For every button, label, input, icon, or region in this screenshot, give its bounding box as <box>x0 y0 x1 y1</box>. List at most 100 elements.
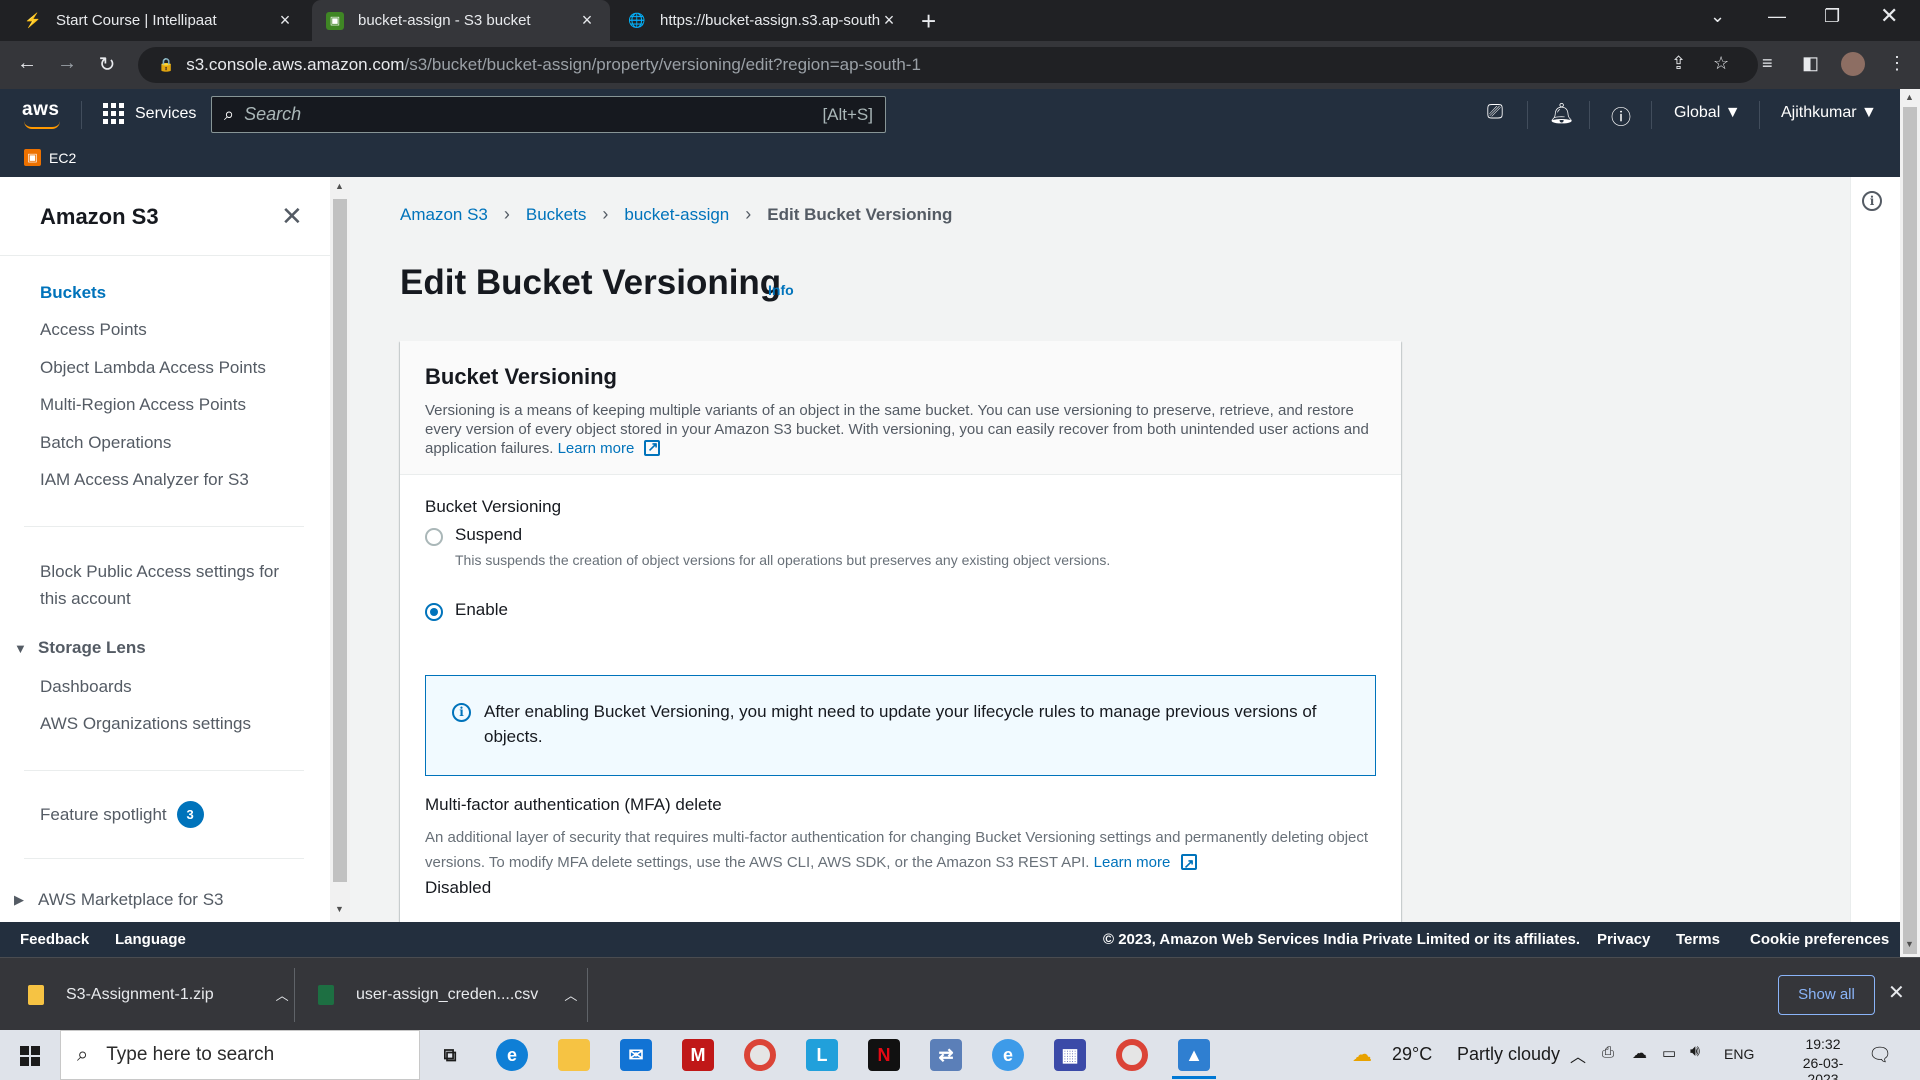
display-icon[interactable]: ▭ <box>1662 1044 1676 1062</box>
feedback-link[interactable]: Feedback <box>20 931 89 948</box>
profile-avatar[interactable] <box>1841 52 1865 76</box>
page-scrollbar[interactable]: ▲ ▼ <box>1900 89 1920 957</box>
account-menu[interactable]: Ajithkumar ▼ <box>1781 104 1877 122</box>
photos-icon[interactable]: ▲ <box>1172 1039 1216 1079</box>
enable-radio-label[interactable]: Enable <box>455 600 508 620</box>
chrome-icon[interactable] <box>744 1039 776 1071</box>
input-language[interactable]: ENG <box>1724 1046 1754 1062</box>
aws-logo[interactable]: aws <box>22 99 60 129</box>
tab-intellipaat[interactable]: ⚡ Start Course | Intellipaat × <box>10 0 308 41</box>
weather-temperature[interactable]: 29°C <box>1392 1044 1432 1065</box>
netflix-icon[interactable]: N <box>868 1039 900 1071</box>
close-tab-icon[interactable]: × <box>276 10 294 31</box>
storage-lens-section-toggle[interactable]: ▼ Storage Lens <box>14 638 146 658</box>
sidebar-item-feature-spotlight[interactable]: Feature spotlight 3 <box>40 801 204 828</box>
notifications-bell-icon[interactable]: 🔔︎ <box>1549 101 1574 126</box>
breadcrumb-buckets[interactable]: Buckets <box>526 205 586 225</box>
cloudshell-icon[interactable]: ⎚ <box>1487 101 1503 124</box>
scrollbar-thumb[interactable] <box>333 199 347 882</box>
chevron-up-icon[interactable]: ︿ <box>564 985 577 1004</box>
restore-button[interactable]: ❐ <box>1824 6 1840 27</box>
sidebar-item-multi-region-access-points[interactable]: Multi-Region Access Points <box>40 395 246 415</box>
task-view-icon[interactable]: ⧉ <box>434 1039 466 1071</box>
remote-desktop-icon[interactable]: ▦ <box>1054 1039 1086 1071</box>
learn-more-link[interactable]: Learn more <box>558 440 635 457</box>
info-panel-icon[interactable]: i <box>1862 191 1882 211</box>
sidebar-item-access-points[interactable]: Access Points <box>40 320 147 340</box>
notifications-icon[interactable]: 🗨︎ <box>1868 1043 1892 1067</box>
tab-bucket-url[interactable]: 🌐 https://bucket-assign.s3.ap-south × <box>614 0 912 41</box>
privacy-link[interactable]: Privacy <box>1597 931 1650 948</box>
aws-marketplace-section-toggle[interactable]: ▶ AWS Marketplace for S3 <box>14 890 224 910</box>
help-icon[interactable]: ⓘ <box>1611 101 1631 130</box>
download-item[interactable]: user-assign_creden....csv ︿ <box>318 958 577 1031</box>
sidebar-item-buckets[interactable]: Buckets <box>40 283 106 303</box>
sidebar-item-dashboards[interactable]: Dashboards <box>40 677 132 697</box>
sidebar-item-batch-operations[interactable]: Batch Operations <box>40 433 171 453</box>
sidebar-item-iam-access-analyzer[interactable]: IAM Access Analyzer for S3 <box>40 470 249 490</box>
download-item[interactable]: S3-Assignment-1.zip ︿ <box>28 958 289 1031</box>
suspend-radio-label[interactable]: Suspend <box>455 525 522 545</box>
tab-s3-bucket[interactable]: ▣ bucket-assign - S3 bucket × <box>312 0 610 41</box>
chevron-up-icon[interactable]: ︿ <box>276 985 289 1004</box>
chrome-menu-icon[interactable]: ⋮ <box>1888 53 1906 74</box>
side-panel-icon[interactable]: ◧ <box>1802 53 1819 74</box>
volume-icon[interactable]: 🔊︎ <box>1690 1043 1700 1061</box>
windows-start-icon[interactable] <box>20 1046 40 1066</box>
mail-icon[interactable]: ✉ <box>620 1039 652 1071</box>
back-arrow-icon[interactable]: ← <box>14 52 40 75</box>
caret-down-icon: ▼ <box>14 640 27 656</box>
bookmark-star-icon[interactable]: ☆ <box>1713 53 1729 74</box>
services-menu-button[interactable]: Services <box>103 103 196 124</box>
lync-icon[interactable]: L <box>806 1039 838 1071</box>
close-tab-icon[interactable]: × <box>578 10 596 31</box>
scroll-down-arrow-icon[interactable]: ▼ <box>335 904 344 914</box>
close-window-button[interactable]: ✕ <box>1880 3 1898 29</box>
terms-link[interactable]: Terms <box>1676 931 1720 948</box>
edge-browser-icon[interactable]: e <box>496 1039 528 1071</box>
close-tab-icon[interactable]: × <box>880 10 898 31</box>
breadcrumb-amazon-s3[interactable]: Amazon S3 <box>400 205 488 225</box>
scroll-up-arrow-icon[interactable]: ▲ <box>335 181 344 191</box>
enable-radio[interactable] <box>425 603 443 621</box>
reload-icon[interactable]: ↻ <box>94 52 120 77</box>
file-explorer-icon[interactable] <box>558 1039 590 1071</box>
scroll-down-arrow-icon[interactable]: ▼ <box>1905 939 1914 949</box>
info-link[interactable]: Info <box>768 282 794 298</box>
region-selector[interactable]: Global ▼ <box>1674 104 1741 122</box>
show-all-downloads-button[interactable]: Show all <box>1778 975 1875 1015</box>
aws-search-input[interactable]: ⌕ Search [Alt+S] <box>211 96 886 133</box>
suspend-radio[interactable] <box>425 528 443 546</box>
sidebar-scrollbar[interactable]: ▲ ▼ <box>330 177 350 922</box>
taskbar-search-box[interactable]: ⌕ Type here to search <box>60 1030 420 1080</box>
reading-list-icon[interactable]: ≡ <box>1762 53 1773 74</box>
breadcrumb-bucket-assign[interactable]: bucket-assign <box>624 205 729 225</box>
forward-arrow-icon[interactable]: → <box>54 52 80 75</box>
mfa-learn-more-link[interactable]: Learn more <box>1094 854 1171 871</box>
sidebar-item-block-public-access[interactable]: Block Public Access settings for this ac… <box>40 558 279 612</box>
mcafee-icon[interactable]: M <box>682 1039 714 1071</box>
chrome-active-icon[interactable] <box>1116 1039 1148 1071</box>
cookie-preferences-link[interactable]: Cookie preferences <box>1750 931 1889 948</box>
scroll-up-arrow-icon[interactable]: ▲ <box>1905 92 1914 102</box>
clock[interactable]: 19:32 26-03-2023 <box>1790 1036 1856 1080</box>
language-selector[interactable]: Language <box>115 931 186 948</box>
sidebar-item-aws-organizations-settings[interactable]: AWS Organizations settings <box>40 714 251 734</box>
favorite-ec2-link[interactable]: ▣ EC2 <box>24 149 76 166</box>
weather-icon[interactable]: ☁ <box>1352 1042 1372 1067</box>
network-app-icon[interactable]: ⇄ <box>930 1039 962 1071</box>
close-downloads-bar-icon[interactable]: ✕ <box>1888 980 1905 1005</box>
tab-search-icon[interactable]: ⌄ <box>1710 6 1725 27</box>
scrollbar-thumb[interactable] <box>1903 107 1917 954</box>
minimize-button[interactable]: — <box>1768 6 1786 27</box>
onedrive-icon[interactable]: ☁ <box>1632 1044 1647 1062</box>
sidebar-item-object-lambda-access-points[interactable]: Object Lambda Access Points <box>40 358 266 378</box>
new-tab-button[interactable]: + <box>921 6 936 37</box>
weather-description[interactable]: Partly cloudy <box>1457 1044 1560 1065</box>
show-hidden-icons-chevron-icon[interactable]: ︿ <box>1570 1043 1586 1067</box>
share-icon[interactable]: ⇪ <box>1671 53 1686 74</box>
close-sidebar-icon[interactable]: ✕ <box>281 201 303 232</box>
internet-explorer-icon[interactable]: e <box>992 1039 1024 1071</box>
meet-now-icon[interactable]: ⎙ <box>1602 1044 1614 1061</box>
address-bar[interactable]: 🔒 s3.console.aws.amazon.com /s3/bucket/b… <box>138 47 1758 83</box>
